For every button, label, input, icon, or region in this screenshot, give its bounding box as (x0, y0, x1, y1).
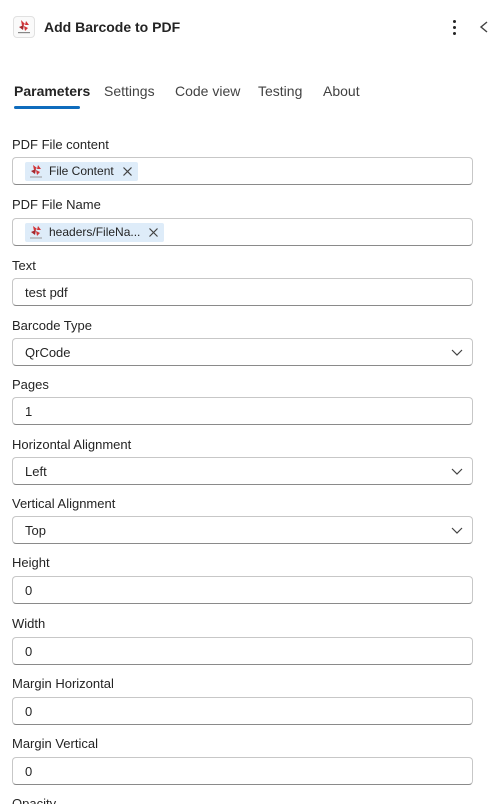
width-label: Width (12, 616, 46, 631)
horizontal-alignment-dropdown[interactable]: Left (12, 457, 473, 485)
active-tab-indicator (14, 106, 80, 109)
pdf-file-name-label: PDF File Name (12, 197, 101, 212)
tab-settings[interactable]: Settings (104, 83, 155, 99)
pdf-file-content-field[interactable]: File Content (12, 157, 473, 185)
more-options-button[interactable] (444, 16, 464, 38)
barcode-type-value: QrCode (25, 345, 71, 360)
height-input[interactable]: 0 (12, 576, 473, 604)
pages-input[interactable]: 1 (12, 397, 473, 425)
pages-value: 1 (25, 404, 33, 419)
margin-horizontal-label: Margin Horizontal (12, 676, 114, 691)
opacity-label: Opacity (12, 796, 57, 804)
text-value: test pdf (25, 285, 68, 300)
app-logo-icon (13, 16, 35, 38)
chevron-down-icon (451, 349, 463, 356)
margin-vertical-value: 0 (25, 764, 33, 779)
pages-label: Pages (12, 377, 49, 392)
pdf-file-name-field[interactable]: headers/FileNa... (12, 218, 473, 246)
chevron-down-icon (451, 468, 463, 475)
close-icon[interactable] (122, 166, 133, 177)
panel-title: Add Barcode to PDF (44, 19, 181, 35)
file-name-token[interactable]: headers/FileNa... (25, 223, 165, 242)
file-content-token[interactable]: File Content (25, 162, 138, 181)
horizontal-alignment-label: Horizontal Alignment (12, 437, 132, 452)
width-input[interactable]: 0 (12, 637, 473, 665)
chevron-down-icon (451, 527, 463, 534)
tab-bar: Parameters Settings Code view Testing Ab… (0, 76, 488, 112)
text-input[interactable]: test pdf (12, 278, 473, 306)
barcode-type-dropdown[interactable]: QrCode (12, 338, 473, 366)
vertical-alignment-label: Vertical Alignment (12, 496, 116, 511)
app-logo-icon (30, 226, 42, 239)
action-panel: Add Barcode to PDF Parameters Settings C… (0, 0, 488, 804)
app-logo-icon (30, 165, 42, 178)
height-value: 0 (25, 583, 33, 598)
token-label: File Content (49, 164, 114, 178)
text-label: Text (12, 258, 36, 273)
barcode-type-label: Barcode Type (12, 318, 92, 333)
tab-code-view[interactable]: Code view (175, 83, 240, 99)
margin-horizontal-value: 0 (25, 704, 33, 719)
more-vertical-icon (453, 20, 456, 23)
panel-header: Add Barcode to PDF (0, 0, 488, 56)
tab-about[interactable]: About (323, 83, 360, 99)
margin-vertical-input[interactable]: 0 (12, 757, 473, 785)
margin-horizontal-input[interactable]: 0 (12, 697, 473, 725)
collapse-panel-button[interactable] (478, 17, 488, 37)
token-label: headers/FileNa... (49, 225, 141, 239)
close-icon[interactable] (148, 227, 159, 238)
vertical-alignment-dropdown[interactable]: Top (12, 516, 473, 544)
chevron-left-icon (479, 21, 488, 33)
pdf-file-content-label: PDF File content (12, 137, 109, 152)
height-label: Height (12, 555, 50, 570)
tab-testing[interactable]: Testing (258, 83, 302, 99)
width-value: 0 (25, 644, 33, 659)
vertical-alignment-value: Top (25, 523, 46, 538)
margin-vertical-label: Margin Vertical (12, 736, 98, 751)
tab-parameters[interactable]: Parameters (14, 83, 90, 99)
horizontal-alignment-value: Left (25, 464, 47, 479)
